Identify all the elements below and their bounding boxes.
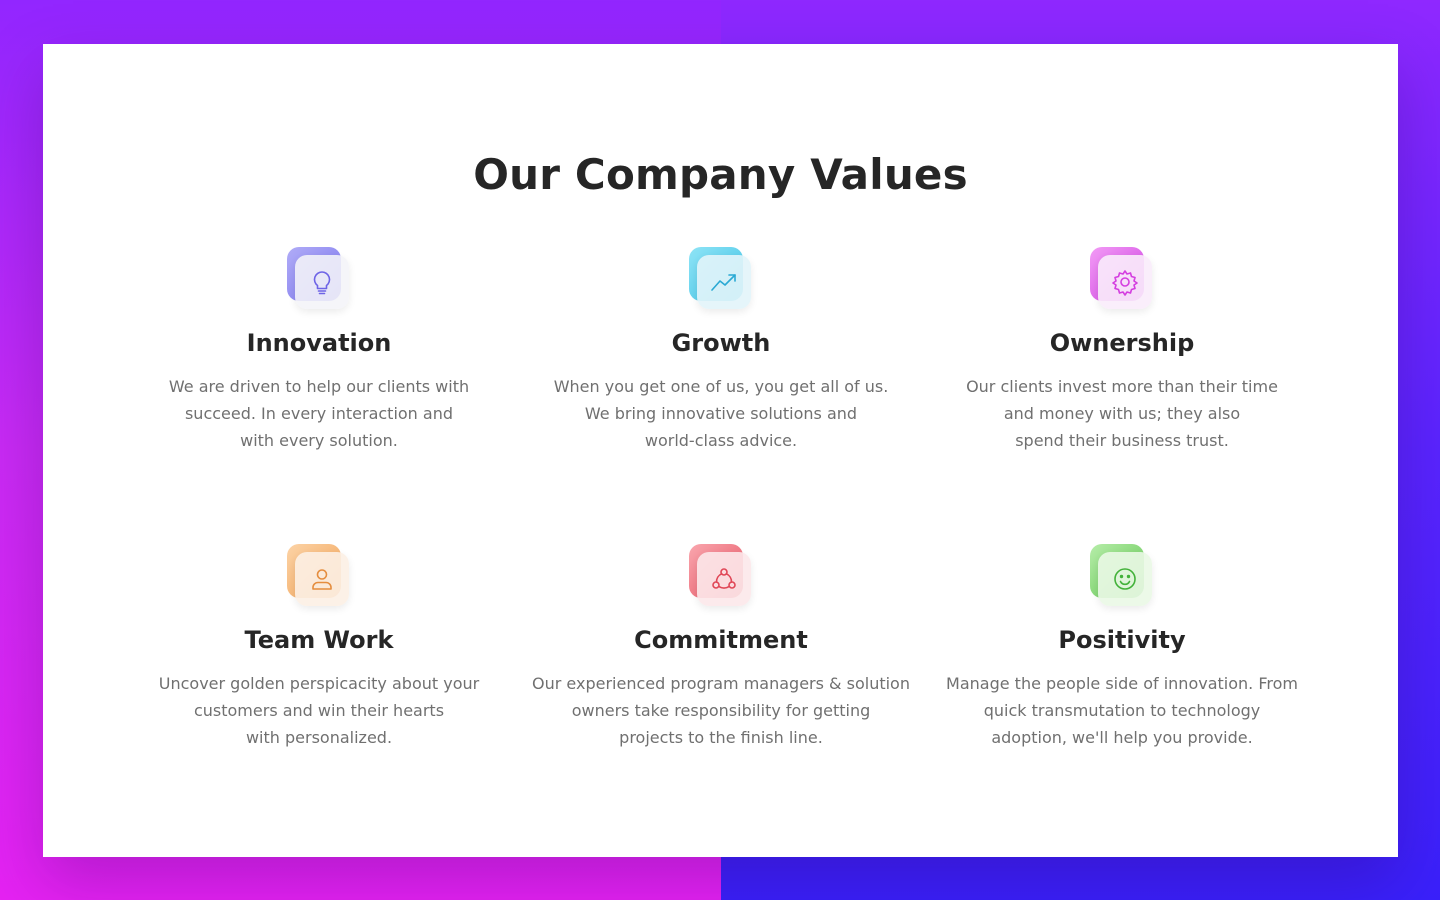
lightbulb-icon <box>308 268 336 296</box>
value-item-innovation: Innovation We are driven to help our cli… <box>129 247 509 454</box>
value-icon-tile <box>689 544 753 608</box>
section-heading: Our Company Values <box>473 150 968 199</box>
value-icon-tile <box>1090 544 1154 608</box>
value-title: Growth <box>671 329 771 357</box>
value-item-ownership: Ownership Our clients invest more than t… <box>932 247 1312 454</box>
values-card: Our Company Values Innovation We are dri… <box>43 44 1398 857</box>
user-icon <box>308 565 336 593</box>
value-description: Uncover golden perspicacity about your c… <box>158 674 480 747</box>
value-description: We are driven to help our clients with s… <box>168 377 470 450</box>
value-icon-tile <box>287 247 351 311</box>
value-item-positivity: Positivity Manage the people side of inn… <box>932 544 1312 751</box>
value-title: Innovation <box>246 329 392 357</box>
smiley-icon <box>1111 565 1139 593</box>
value-icon-tile <box>287 544 351 608</box>
network-icon <box>710 565 738 593</box>
trending-up-icon <box>709 269 739 295</box>
value-description: Our experienced program managers & solut… <box>532 674 910 747</box>
value-description: When you get one of us, you get all of u… <box>553 377 889 450</box>
gear-icon <box>1111 268 1139 296</box>
value-title: Ownership <box>1049 329 1195 357</box>
value-icon-tile <box>1090 247 1154 311</box>
value-description: Our clients invest more than their time … <box>966 377 1278 450</box>
value-description: Manage the people side of innovation. Fr… <box>946 674 1298 747</box>
value-title: Team Work <box>244 626 394 654</box>
value-item-commitment: Commitment Our experienced program manag… <box>531 544 911 751</box>
value-title: Commitment <box>634 626 808 654</box>
value-item-growth: Growth When you get one of us, you get a… <box>531 247 911 454</box>
value-title: Positivity <box>1058 626 1186 654</box>
value-item-team-work: Team Work Uncover golden perspicacity ab… <box>129 544 509 751</box>
value-icon-tile <box>689 247 753 311</box>
